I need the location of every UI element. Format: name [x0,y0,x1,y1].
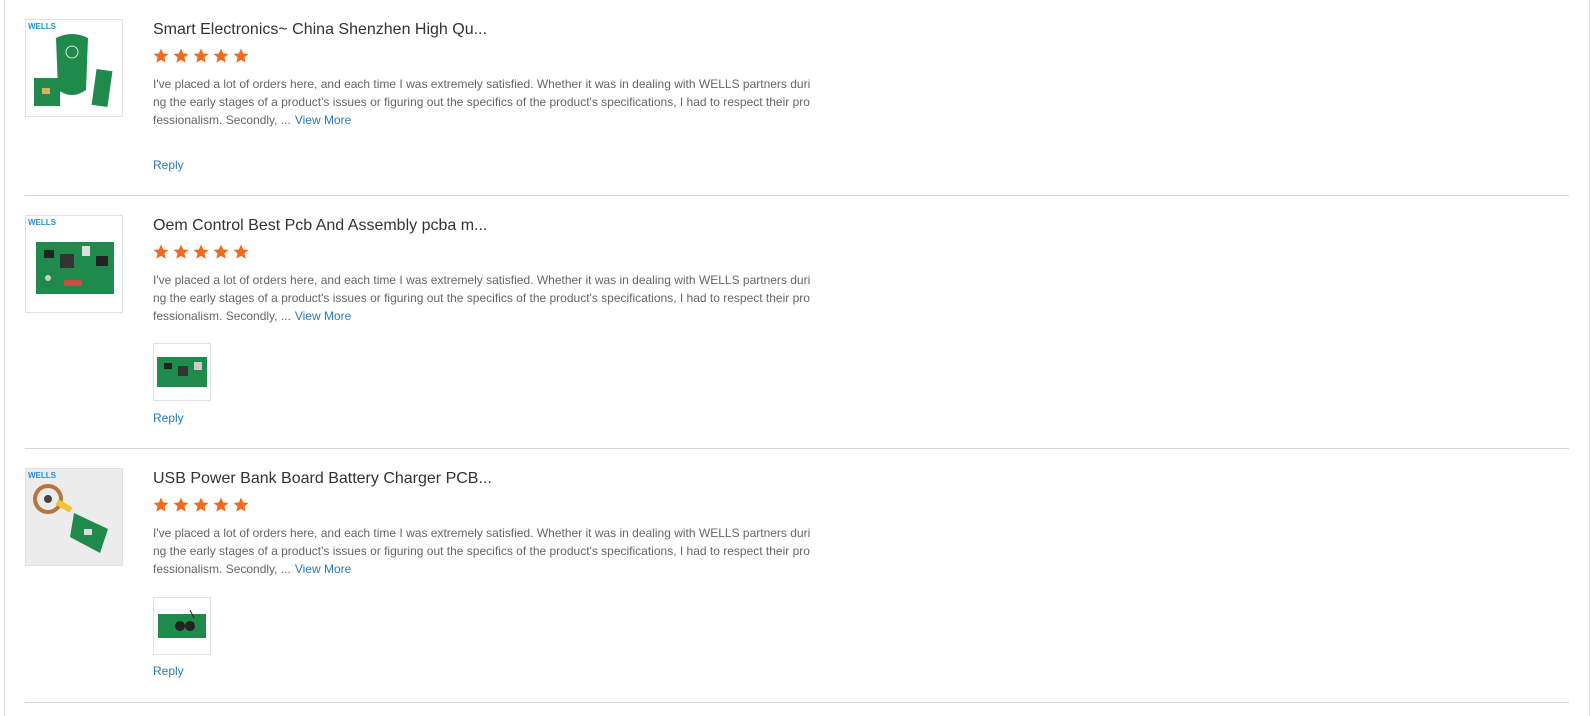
reply-link[interactable]: Reply [153,664,184,678]
view-more-link[interactable]: View More [295,309,351,323]
review-photo[interactable] [153,343,211,401]
brand-logo: WELLS [28,471,57,480]
star-icon [173,244,189,259]
star-icon [213,497,229,512]
product-title[interactable]: Oem Control Best Pcb And Assembly pcba m… [153,215,487,237]
review-text: I've placed a lot of orders here, and ea… [153,75,813,129]
brand-logo: WELLS [28,22,57,31]
star-icon [233,244,249,259]
product-title[interactable]: Smart Electronics~ China Shenzhen High Q… [153,19,487,41]
review-item: WELLS Smart Electronics~ China Shenzhen … [25,19,1569,196]
product-thumbnail[interactable]: WELLS [25,19,123,117]
star-rating [152,47,250,67]
view-more-link[interactable]: View More [295,113,351,127]
review-body: I've placed a lot of orders here, and ea… [153,77,811,127]
star-icon [153,48,169,63]
star-icon [153,497,169,512]
review-body: I've placed a lot of orders here, and ea… [153,526,811,576]
star-icon [193,48,209,63]
review-item: WELLS USB Power Bank Board Battery Charg… [25,468,1569,703]
review-text: I've placed a lot of orders here, and ea… [153,271,813,325]
product-thumbnail[interactable]: WELLS [25,468,123,566]
star-icon [213,244,229,259]
view-more-link[interactable]: View More [295,562,351,576]
star-icon [233,48,249,63]
review-body: I've placed a lot of orders here, and ea… [153,273,811,323]
star-icon [193,244,209,259]
star-icon [233,497,249,512]
review-text: I've placed a lot of orders here, and ea… [153,524,813,578]
product-thumbnail[interactable]: WELLS [25,215,123,313]
review-item: WELLS Oem Control Best Pcb And Assembly … [25,215,1569,449]
star-rating [152,496,250,516]
product-title[interactable]: USB Power Bank Board Battery Charger PCB… [153,468,492,490]
star-icon [213,48,229,63]
review-photo[interactable] [153,597,211,655]
brand-logo: WELLS [28,218,57,227]
star-icon [173,48,189,63]
reply-link[interactable]: Reply [153,158,184,172]
star-icon [193,497,209,512]
star-rating [152,243,250,263]
reply-link[interactable]: Reply [153,411,184,425]
star-icon [153,244,169,259]
star-icon [173,497,189,512]
